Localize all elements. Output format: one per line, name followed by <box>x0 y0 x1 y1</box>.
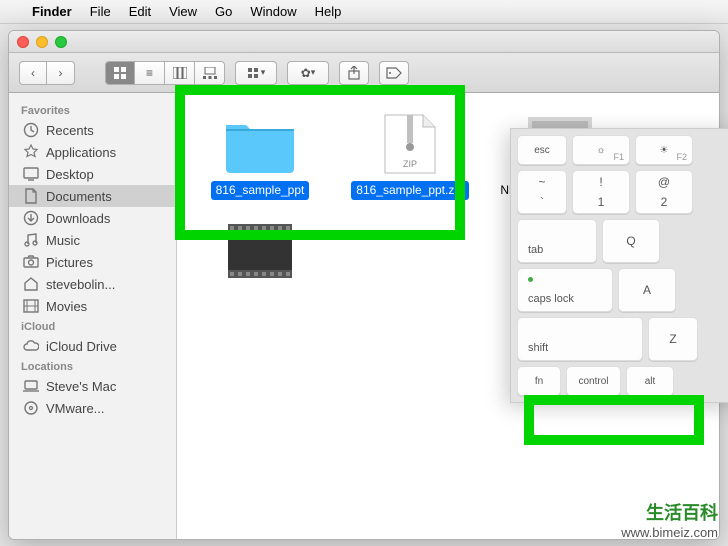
key-[interactable]: @2 <box>635 170 693 214</box>
app-icon <box>23 144 39 160</box>
sidebar-item-applications[interactable]: Applications <box>9 141 176 163</box>
folder-icon <box>222 113 298 175</box>
key-control[interactable]: control <box>566 366 621 396</box>
forward-button[interactable]: › <box>47 61 75 85</box>
zip-icon: ZIP <box>372 113 448 175</box>
sidebar-item-music[interactable]: Music <box>9 229 176 251</box>
sidebar-item-label: Steve's Mac <box>46 379 116 394</box>
file-item[interactable]: ZIP 816_sample_ppt.zip <box>345 113 475 200</box>
cloud-icon <box>23 338 39 354</box>
sidebar-item-stevebolin[interactable]: stevebolin... <box>9 273 176 295</box>
key-fn[interactable]: fn <box>517 366 561 396</box>
file-label: 816_sample_ppt <box>211 181 310 200</box>
sidebar-item-iclouddrive[interactable]: iCloud Drive <box>9 335 176 357</box>
menu-help[interactable]: Help <box>315 4 342 19</box>
sidebar-header: iCloud <box>9 317 176 335</box>
watermark: 生活百科 www.bimeiz.com <box>621 499 718 540</box>
menu-go[interactable]: Go <box>215 4 232 19</box>
menu-edit[interactable]: Edit <box>129 4 151 19</box>
sidebar-item-recents[interactable]: Recents <box>9 119 176 141</box>
close-button[interactable] <box>17 36 29 48</box>
doc-icon <box>23 188 39 204</box>
file-item[interactable] <box>195 220 325 292</box>
key-[interactable]: !1 <box>572 170 630 214</box>
sidebar-item-movies[interactable]: Movies <box>9 295 176 317</box>
key-esc[interactable]: esc <box>517 135 567 165</box>
sidebar-item-label: VMware... <box>46 401 105 416</box>
sidebar-header: Favorites <box>9 101 176 119</box>
tags-button[interactable] <box>379 61 409 85</box>
keyboard-overlay: esc☼F1☀F2 ~`!1@2 tabQcaps lockAshiftZfncon… <box>510 128 728 403</box>
file-label <box>255 288 265 292</box>
sidebar-item-vmware[interactable]: VMware... <box>9 397 176 419</box>
gallery-view-button[interactable] <box>195 61 225 85</box>
sidebar-item-label: Desktop <box>46 167 94 182</box>
disk-icon <box>23 400 39 416</box>
sidebar-item-label: Applications <box>46 145 116 160</box>
key-capslock[interactable]: caps lock <box>517 268 613 312</box>
svg-text:ZIP: ZIP <box>403 159 417 169</box>
zoom-button[interactable] <box>55 36 67 48</box>
menu-file[interactable]: File <box>90 4 111 19</box>
sidebar-item-label: Music <box>46 233 80 248</box>
minimize-button[interactable] <box>36 36 48 48</box>
list-view-button[interactable]: ≡ <box>135 61 165 85</box>
laptop-icon <box>23 378 39 394</box>
sidebar: Favorites Recents Applications Desktop Docum… <box>9 93 177 539</box>
home-icon <box>23 276 39 292</box>
sidebar-item-label: Pictures <box>46 255 93 270</box>
sidebar-item-desktop[interactable]: Desktop <box>9 163 176 185</box>
movie-icon <box>222 220 298 282</box>
desktop-icon <box>23 166 39 182</box>
column-view-button[interactable] <box>165 61 195 85</box>
sidebar-item-stevesmac[interactable]: Steve's Mac <box>9 375 176 397</box>
sidebar-item-documents[interactable]: Documents <box>9 185 176 207</box>
key-[interactable]: ~` <box>517 170 567 214</box>
key-tab[interactable]: tab <box>517 219 597 263</box>
key-a[interactable]: A <box>618 268 676 312</box>
sidebar-item-label: Downloads <box>46 211 110 226</box>
view-mode-buttons: ≡ <box>105 61 225 85</box>
file-item[interactable]: 816_sample_ppt <box>195 113 325 200</box>
back-button[interactable]: ‹ <box>19 61 47 85</box>
sidebar-item-label: iCloud Drive <box>46 339 117 354</box>
key-[interactable]: ☼F1 <box>572 135 630 165</box>
movie-icon <box>23 298 39 314</box>
sidebar-item-label: Documents <box>46 189 112 204</box>
titlebar[interactable] <box>9 31 719 53</box>
sidebar-item-label: Recents <box>46 123 94 138</box>
sidebar-item-pictures[interactable]: Pictures <box>9 251 176 273</box>
group-by-button[interactable] <box>235 61 277 85</box>
action-button[interactable]: ✿ <box>287 61 329 85</box>
sidebar-header: Locations <box>9 357 176 375</box>
key-alt[interactable]: alt <box>626 366 674 396</box>
clock-icon <box>23 122 39 138</box>
file-label: 816_sample_ppt.zip <box>351 181 468 200</box>
traffic-lights <box>17 36 67 48</box>
sidebar-item-label: Movies <box>46 299 87 314</box>
download-icon <box>23 210 39 226</box>
key-[interactable]: ☀F2 <box>635 135 693 165</box>
system-menubar: Finder File Edit View Go Window Help <box>0 0 728 24</box>
sidebar-item-downloads[interactable]: Downloads <box>9 207 176 229</box>
nav-buttons: ‹ › <box>19 61 75 85</box>
key-shift[interactable]: shift <box>517 317 643 361</box>
key-z[interactable]: Z <box>648 317 698 361</box>
toolbar: ‹ › ≡ ✿ <box>9 53 719 93</box>
share-button[interactable] <box>339 61 369 85</box>
menu-window[interactable]: Window <box>250 4 296 19</box>
sidebar-item-label: stevebolin... <box>46 277 115 292</box>
icon-view-button[interactable] <box>105 61 135 85</box>
key-q[interactable]: Q <box>602 219 660 263</box>
camera-icon <box>23 254 39 270</box>
menu-view[interactable]: View <box>169 4 197 19</box>
app-name[interactable]: Finder <box>32 4 72 19</box>
music-icon <box>23 232 39 248</box>
